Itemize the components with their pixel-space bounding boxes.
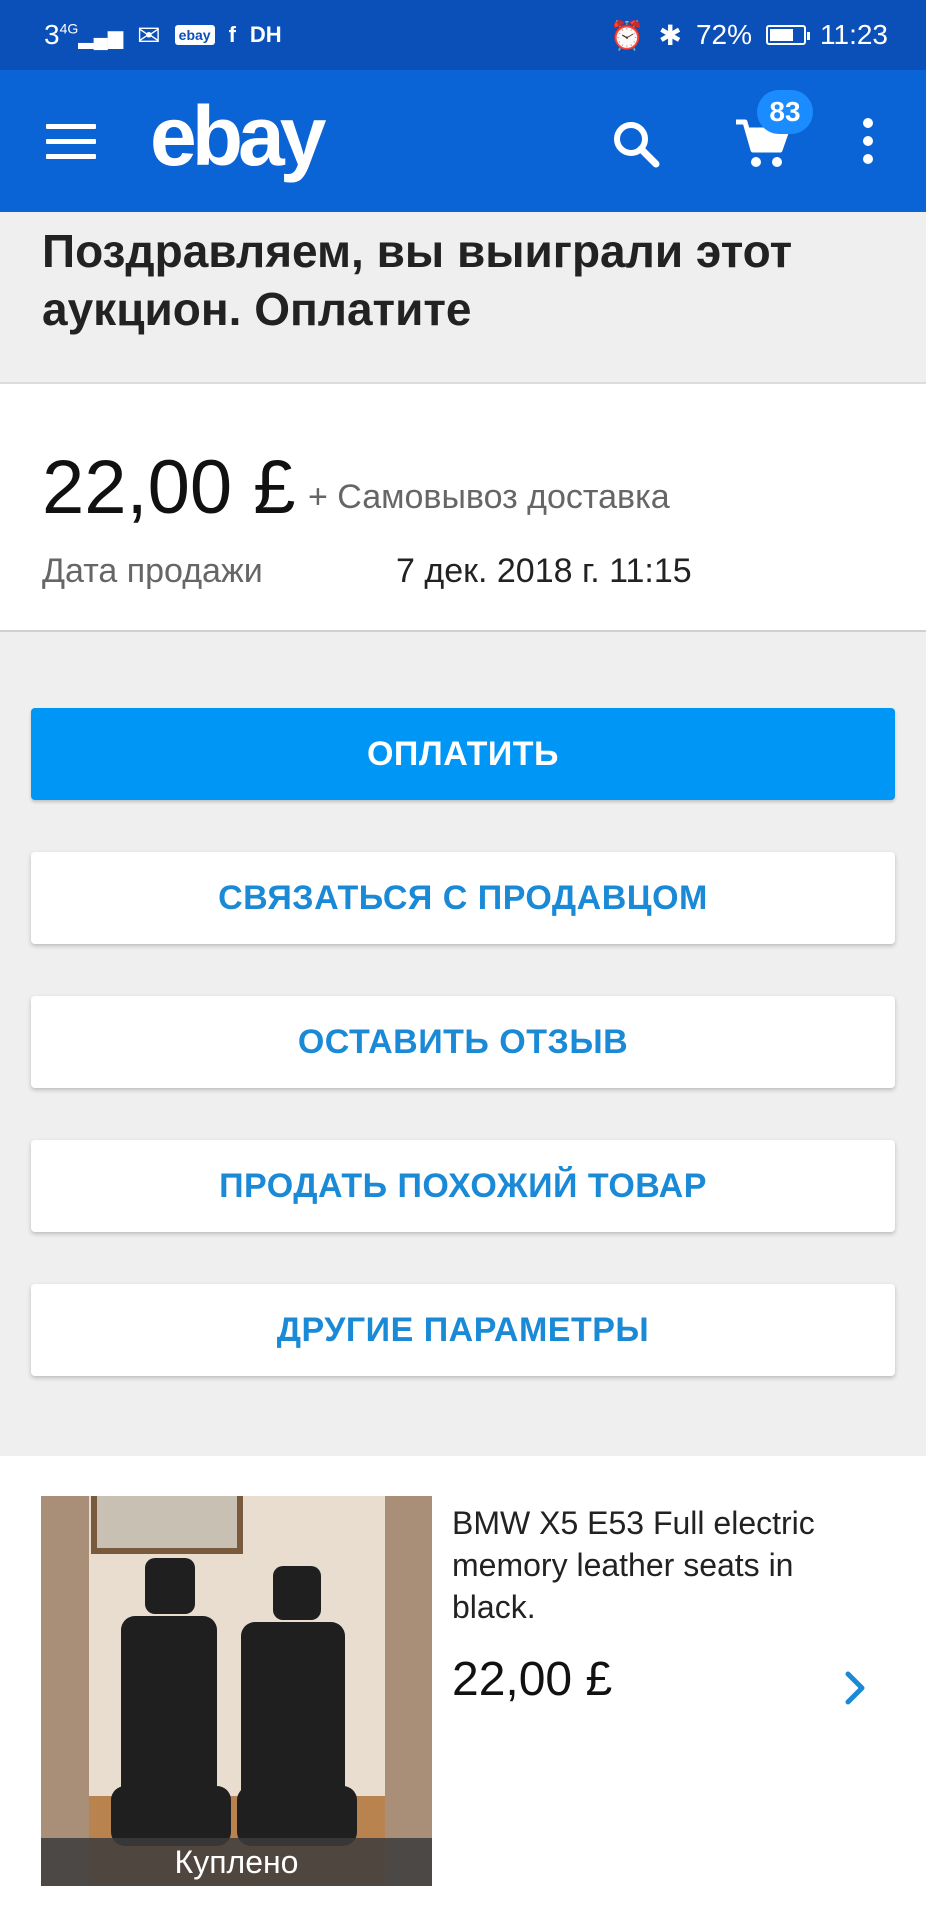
item-thumbnail[interactable]: Куплено xyxy=(41,1496,432,1886)
status-bar-right: ⏰ ✱ 72% 11:23 xyxy=(610,19,888,52)
bluetooth-icon: ✱ xyxy=(658,19,682,51)
ebay-logo[interactable]: ebay xyxy=(150,88,326,185)
seat-headrest-right xyxy=(273,1566,321,1620)
item-price: 22,00 £ xyxy=(452,1653,613,1706)
status-bar-left: 34G▂▄▆ ✉ ebay f DH xyxy=(44,19,282,52)
search-icon[interactable] xyxy=(610,118,662,170)
network-type: 4G xyxy=(59,20,79,37)
seat-headrest-left xyxy=(145,1558,195,1614)
mail-icon: ✉ xyxy=(137,19,161,51)
seat-cushion-left xyxy=(111,1786,231,1846)
more-options-icon[interactable] xyxy=(856,118,880,170)
leave-feedback-button[interactable]: ОСТАВИТЬ ОТЗЫВ xyxy=(31,996,895,1088)
item-card[interactable]: Куплено BMW X5 E53 Full electric memory … xyxy=(0,1456,926,1920)
thumbnail-mirror xyxy=(91,1496,243,1554)
chevron-right-icon[interactable] xyxy=(840,1668,870,1708)
price: 22,00 £ xyxy=(42,445,296,530)
battery-fill xyxy=(770,29,794,41)
clock: 11:23 xyxy=(820,19,888,50)
battery-icon xyxy=(766,25,810,45)
sell-similar-button[interactable]: ПРОДАТЬ ПОХОЖИЙ ТОВАР xyxy=(31,1140,895,1232)
app-bar: ebay 83 xyxy=(0,70,926,212)
price-card: 22,00 £ + Самовывоз доставка Дата продаж… xyxy=(0,382,926,632)
facebook-icon: f xyxy=(228,22,236,47)
other-options-button[interactable]: ДРУГИЕ ПАРАМЕТРЫ xyxy=(31,1284,895,1376)
seat-cushion-right xyxy=(237,1786,357,1846)
pay-button[interactable]: ОПЛАТИТЬ xyxy=(31,708,895,800)
network-indicator: 34G▂▄▆ xyxy=(44,19,123,51)
cart-count-badge: 83 xyxy=(757,90,813,134)
signal-icon: ▂▄▆ xyxy=(78,27,124,49)
ebay-notification-icon: ebay xyxy=(174,25,215,45)
sale-date-value: 7 дек. 2018 г. 11:15 xyxy=(396,552,692,590)
dh-notification-icon: DH xyxy=(249,22,282,47)
battery-percent: 72% xyxy=(695,19,752,50)
item-title[interactable]: BMW X5 E53 Full electric memory leather … xyxy=(452,1502,872,1628)
purchased-label: Куплено xyxy=(41,1838,432,1886)
shipping-info: + Самовывоз доставка xyxy=(308,478,670,516)
sale-date-label: Дата продажи xyxy=(42,552,263,590)
page-title: Поздравляем, вы выиграли этот аукцион. О… xyxy=(42,225,793,335)
status-bar: 34G▂▄▆ ✉ ebay f DH ⏰ ✱ 72% 11:23 xyxy=(0,0,926,70)
network-slot: 3 xyxy=(44,19,60,50)
contact-seller-button[interactable]: СВЯЗАТЬСЯ С ПРОДАВЦОМ xyxy=(31,852,895,944)
alarm-icon: ⏰ xyxy=(609,19,645,51)
menu-icon[interactable] xyxy=(46,124,96,160)
